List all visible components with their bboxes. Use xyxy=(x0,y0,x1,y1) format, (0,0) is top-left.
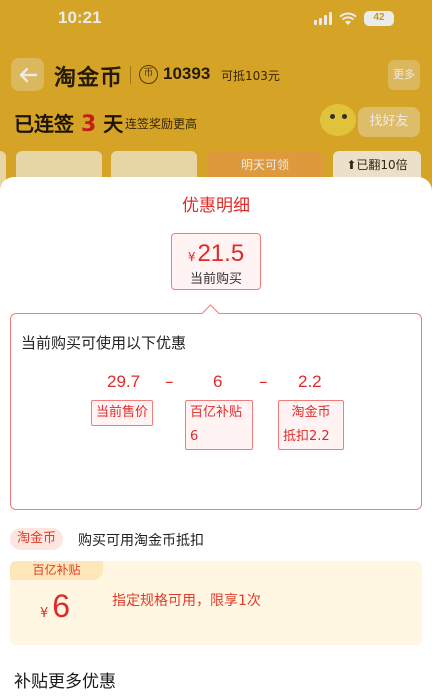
formula-minus: – xyxy=(259,372,268,392)
coin-deduction-row: 淘金币 购买可用淘金币抵扣 xyxy=(10,528,422,550)
current-price-box: ¥21.5 当前购买 xyxy=(171,233,261,290)
subsidy-amount: ¥6 xyxy=(40,588,70,625)
coin-deduction-text: 购买可用淘金币抵扣 xyxy=(78,533,204,549)
breakdown-title: 当前购买可使用以下优惠 xyxy=(21,334,187,352)
formula-price: 29.7 xyxy=(107,372,141,391)
current-price-amount: ¥21.5 xyxy=(172,240,260,268)
subsidy-tag: 百亿补贴 6 xyxy=(185,400,253,450)
more-discounts-heading: 补贴更多优惠 xyxy=(14,672,116,692)
sheet-title: 优惠明细 xyxy=(182,196,250,216)
subsidy-tag-name: 百亿补贴 xyxy=(190,405,243,420)
subsidy-description: 指定规格可用，限享1次 xyxy=(112,593,261,609)
coin-tag-name: 淘金币 xyxy=(291,405,331,420)
currency-symbol: ¥ xyxy=(187,250,196,264)
formula-coin: 2.2 xyxy=(298,372,322,391)
coin-tag-value: 抵扣2.2 xyxy=(283,429,330,444)
currency-symbol: ¥ xyxy=(40,606,49,621)
formula-subsidy: 6 xyxy=(213,372,223,391)
current-price-label: 当前购买 xyxy=(189,272,242,287)
subsidy-card: 百亿补贴 ¥6 指定规格可用，限享1次 xyxy=(10,561,422,645)
coin-label-tag: 淘金币 xyxy=(10,528,64,550)
formula-minus: – xyxy=(165,372,174,392)
current-price-value: 21.5 xyxy=(197,240,245,267)
subsidy-tag-value: 6 xyxy=(190,429,199,444)
price-tag: 当前售价 xyxy=(91,400,154,426)
discount-breakdown-box: 当前购买可使用以下优惠 29.7 – 6 – 2.2 当前售价 百亿补贴 6 淘… xyxy=(10,313,422,510)
discount-detail-sheet: 优惠明细 ¥21.5 当前购买 当前购买可使用以下优惠 29.7 – 6 – 2… xyxy=(0,177,432,700)
subsidy-card-tag: 百亿补贴 xyxy=(10,561,103,580)
coin-tag: 淘金币 抵扣2.2 xyxy=(278,400,344,450)
subsidy-value: 6 xyxy=(52,588,71,624)
